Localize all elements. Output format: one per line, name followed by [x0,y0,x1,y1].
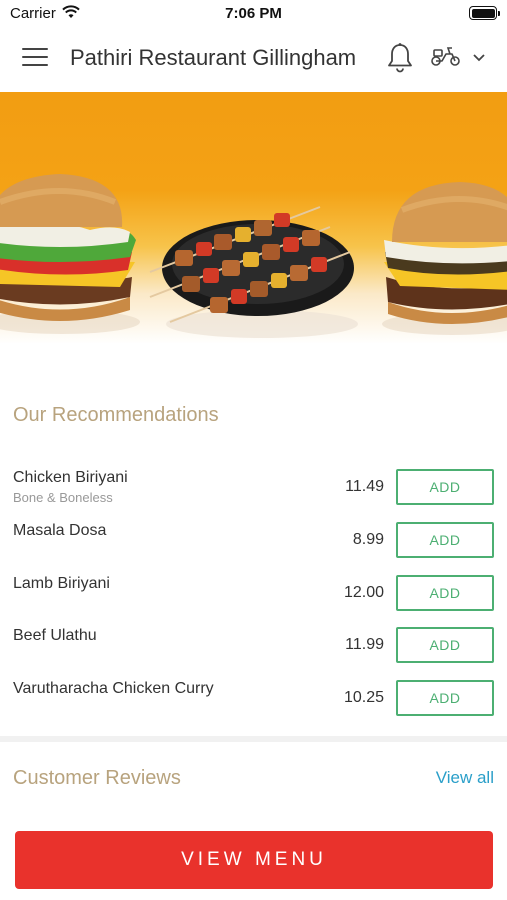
kebab-plate-image [149,206,358,338]
app-header: Pathiri Restaurant Gillingham [0,28,507,92]
right-burger-image [382,182,507,335]
recommendations-title: Our Recommendations [13,404,219,426]
item-name: Chicken Biriyani [13,469,128,486]
item-name: Beef Ulathu [13,627,97,644]
item-name: Varutharacha Chicken Curry [13,680,214,697]
scooter-icon[interactable] [430,45,462,67]
add-button[interactable]: ADD [396,469,494,505]
status-time: 7:06 PM [225,5,282,22]
left-burger-image [0,174,140,334]
bell-icon[interactable] [386,42,414,74]
add-button[interactable]: ADD [396,627,494,663]
menu-item-row: Beef Ulathu 11.99 ADD [0,627,507,677]
menu-item-row: Lamb Biriyani 12.00 ADD [0,575,507,625]
add-button[interactable]: ADD [396,575,494,611]
item-price: 8.99 [352,531,384,548]
item-price: 10.25 [343,689,384,706]
menu-icon[interactable] [22,48,48,70]
item-price: 11.49 [345,478,384,495]
reviews-title: Customer Reviews [13,767,181,789]
item-subtitle: Bone & Boneless [13,490,113,505]
battery-icon [469,6,500,20]
hero-banner [0,92,507,372]
status-bar: Carrier 7:06 PM [0,0,507,28]
burger-kebab-banner [0,174,507,338]
view-menu-button[interactable]: VIEW MENU [15,831,493,889]
menu-item-row: Masala Dosa 8.99 ADD [0,522,507,572]
item-name: Masala Dosa [13,522,107,539]
menu-item-row: Varutharacha Chicken Curry 10.25 ADD [0,680,507,730]
chevron-down-icon[interactable] [472,53,486,62]
item-price: 11.99 [345,636,384,653]
page-title: Pathiri Restaurant Gillingham [70,45,357,70]
item-price: 12.00 [343,584,384,601]
add-button[interactable]: ADD [396,680,494,716]
item-name: Lamb Biriyani [13,575,110,592]
menu-item-row: Chicken Biriyani Bone & Boneless 11.49 A… [0,469,507,519]
section-divider [0,736,507,742]
view-all-link[interactable]: View all [436,768,494,788]
add-button[interactable]: ADD [396,522,494,558]
